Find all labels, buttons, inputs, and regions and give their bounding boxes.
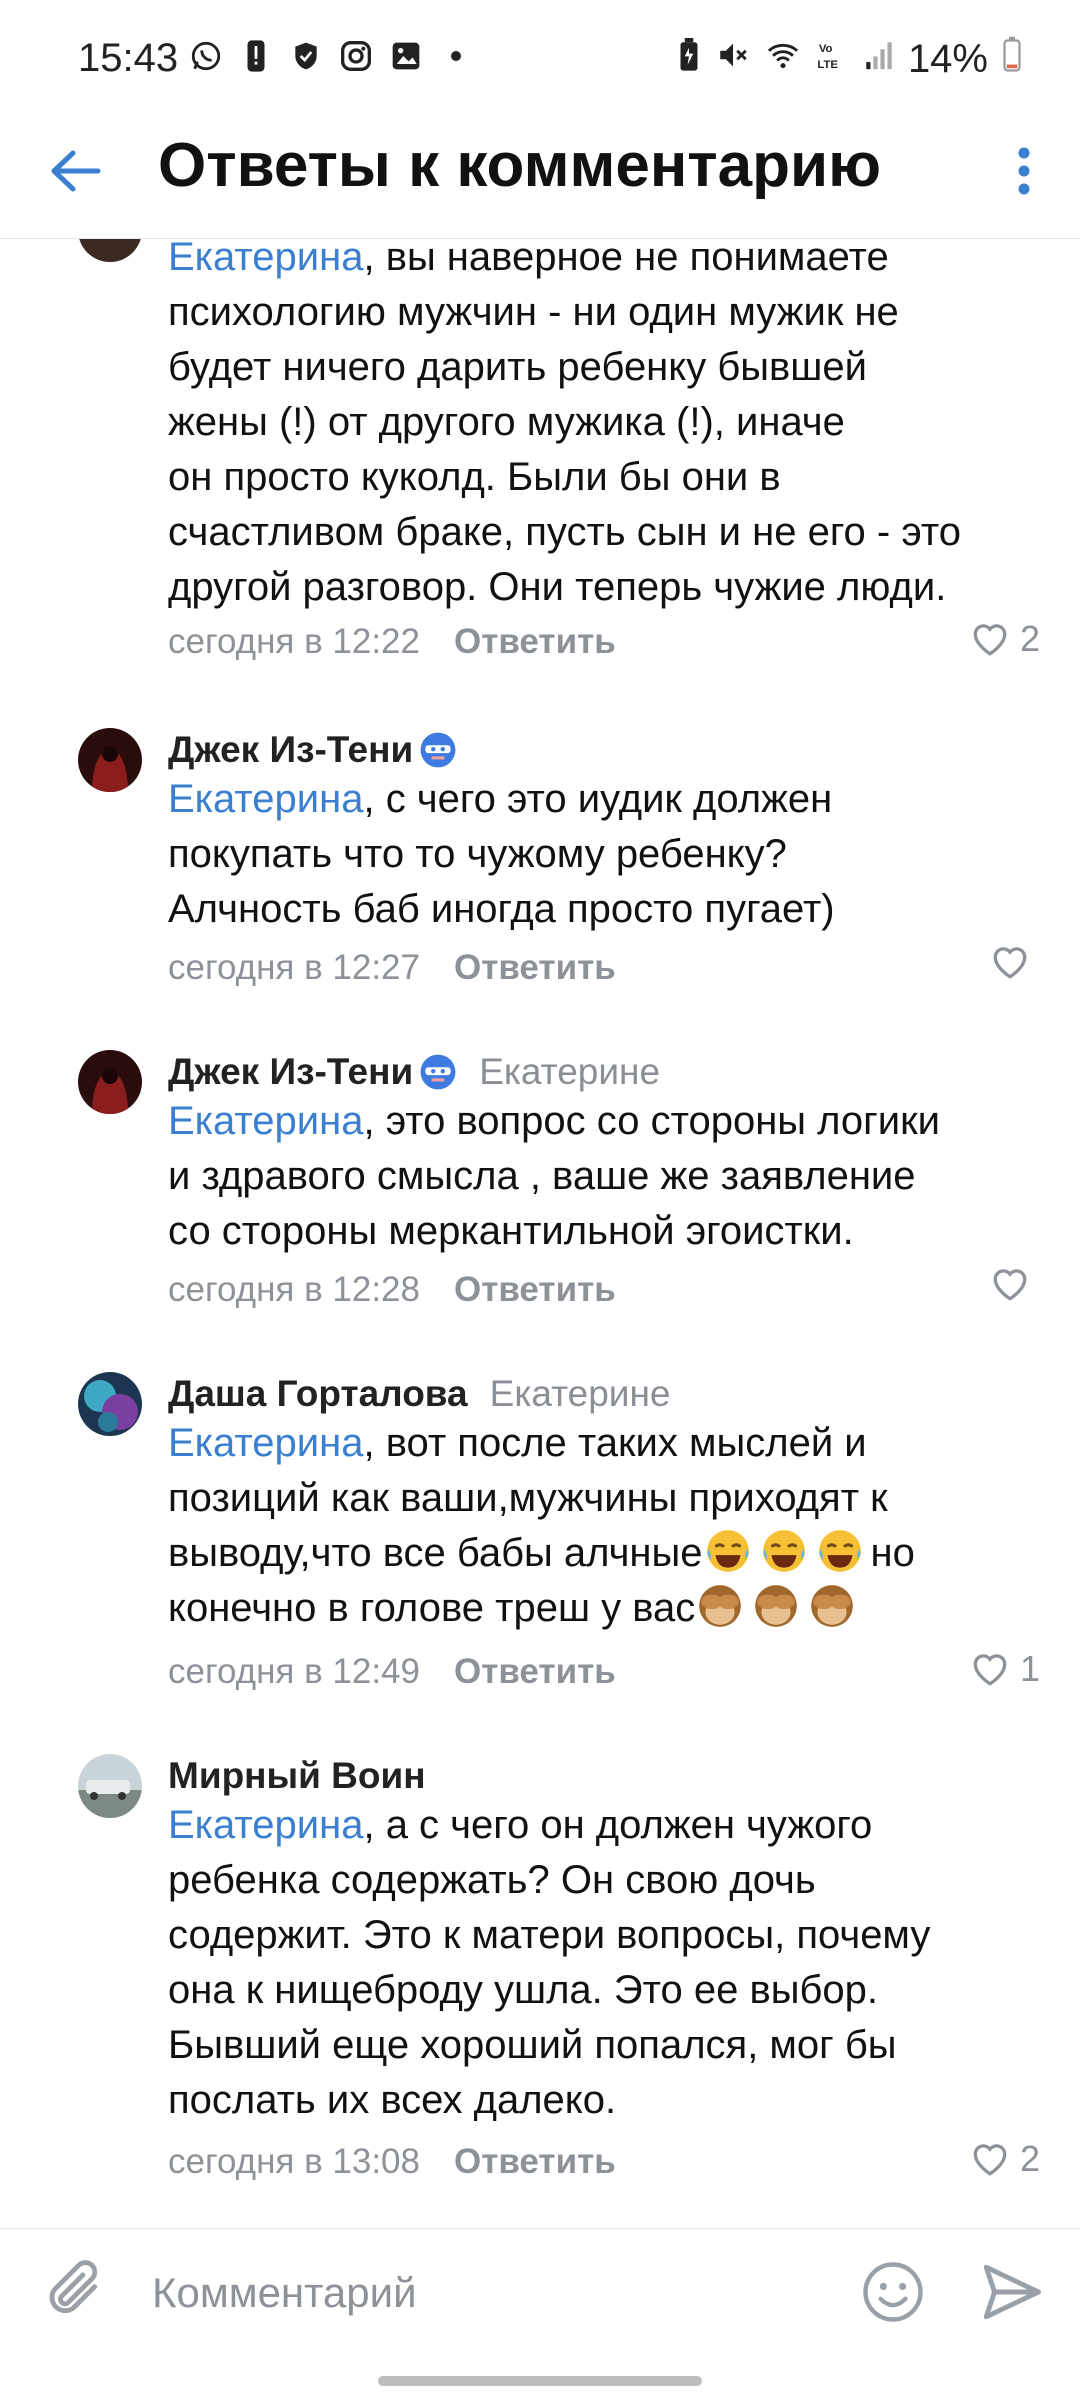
shield-icon [288, 38, 324, 74]
whatsapp-icon [188, 38, 224, 74]
emoji-button[interactable] [860, 2259, 926, 2325]
smile-icon [863, 2262, 923, 2322]
back-arrow-icon [51, 150, 101, 192]
reply-to-label[interactable]: Екатерине [490, 1373, 671, 1415]
like-button[interactable]: 1 [970, 1648, 1040, 1690]
prometheus-badge-icon [420, 732, 456, 768]
laughing-emoji-icon [818, 1530, 861, 1572]
comment-time: сегодня в 12:28 [168, 1270, 420, 1309]
comment-time: сегодня в 12:22 [168, 622, 420, 661]
attach-button[interactable] [44, 2257, 108, 2327]
mention-link[interactable]: Екатерина [168, 1803, 363, 1847]
like-count: 1 [1019, 1648, 1040, 1689]
like-count: 2 [1019, 618, 1040, 659]
author-name[interactable]: Джек Из-Тени [168, 729, 413, 771]
reply-button[interactable]: Ответить [454, 1652, 616, 1692]
comment-time: сегодня в 13:08 [168, 2142, 420, 2181]
svg-text:LTE: LTE [817, 58, 838, 70]
app-bar: Ответы к комментарию [0, 120, 1080, 239]
avatar[interactable] [78, 1754, 142, 1818]
heart-icon [993, 1269, 1027, 1301]
notification-icons [188, 38, 474, 74]
paperclip-icon [49, 2260, 98, 2314]
page-title: Ответы к комментарию [158, 131, 882, 200]
like-button[interactable]: 2 [970, 2138, 1040, 2180]
comment-text: Екатерина, это вопрос со стороны логики … [168, 1099, 940, 1253]
heart-icon [973, 624, 1007, 656]
gallery-icon [388, 38, 424, 74]
comment-time: сегодня в 12:49 [168, 1652, 420, 1691]
battery-percent: 14% [907, 36, 988, 81]
more-vertical-icon [1018, 147, 1030, 195]
see-no-evil-monkey-emoji-icon [755, 1585, 798, 1627]
see-no-evil-monkey-emoji-icon [811, 1585, 854, 1627]
comment-thread: Екатерина, вы наверное не понимаете псих… [0, 238, 1080, 2228]
mention-link[interactable]: Екатерина [168, 1099, 363, 1143]
comment-time: сегодня в 12:27 [168, 948, 420, 987]
signal-icon [864, 37, 894, 82]
more-options-button[interactable] [996, 136, 1052, 206]
like-count: 2 [1019, 2138, 1040, 2179]
comment-text: Екатерина, вот после таких мыслей и пози… [168, 1421, 915, 1630]
reply-to-label[interactable]: Екатерине [479, 1051, 660, 1093]
comment-input[interactable] [150, 2257, 814, 2329]
author-name[interactable]: Мирный Воин [168, 1755, 426, 1797]
avatar[interactable] [78, 238, 142, 262]
like-button[interactable]: 2 [970, 618, 1040, 660]
send-button[interactable] [978, 2259, 1044, 2325]
battery-saver-icon [676, 37, 702, 82]
avatar[interactable] [78, 1372, 142, 1436]
back-button[interactable] [44, 140, 106, 202]
avatar[interactable] [78, 1050, 142, 1114]
heart-icon [993, 947, 1027, 979]
alert-icon [238, 38, 274, 74]
like-button[interactable] [990, 1266, 1040, 1302]
author-name[interactable]: Даша Горталова [168, 1373, 468, 1415]
heart-icon [973, 2144, 1007, 2176]
mention-link[interactable]: Екатерина [168, 777, 363, 821]
battery-icon [1002, 36, 1022, 82]
avatar[interactable] [78, 728, 142, 792]
send-icon [983, 2264, 1041, 2320]
comment-text: Екатерина, с чего это иудик должен покуп… [168, 777, 835, 931]
reply-button[interactable]: Ответить [454, 622, 616, 662]
laughing-emoji-icon [762, 1530, 805, 1572]
mention-link[interactable]: Екатерина [168, 1421, 363, 1465]
system-icons: Vo LTE 14% [676, 36, 1022, 82]
author-name[interactable]: Джек Из-Тени [168, 1051, 413, 1093]
prometheus-badge-icon [420, 1054, 456, 1090]
heart-icon [973, 1654, 1007, 1686]
like-button[interactable] [990, 944, 1040, 980]
see-no-evil-monkey-emoji-icon [699, 1585, 742, 1627]
instagram-icon [338, 38, 374, 74]
more-notifications-dot-icon [438, 38, 474, 74]
volte-icon: Vo LTE [816, 37, 850, 82]
reply-button[interactable]: Ответить [454, 948, 616, 988]
comment-text: Екатерина, а с чего он должен чужого реб… [168, 1803, 931, 2122]
wifi-icon [764, 37, 802, 82]
laughing-emoji-icon [706, 1530, 749, 1572]
comment-composer [0, 2228, 1080, 2355]
status-bar: 15:43 Vo LTE 14% [0, 0, 1080, 120]
reply-button[interactable]: Ответить [454, 2142, 616, 2182]
home-indicator[interactable] [378, 2376, 702, 2386]
mention-link[interactable]: Екатерина [168, 238, 363, 279]
mute-icon [716, 37, 750, 82]
svg-text:Vo: Vo [819, 43, 833, 55]
comment-text: Екатерина, вы наверное не понимаете псих… [168, 238, 1048, 615]
status-time: 15:43 [78, 36, 179, 80]
reply-button[interactable]: Ответить [454, 1270, 616, 1310]
